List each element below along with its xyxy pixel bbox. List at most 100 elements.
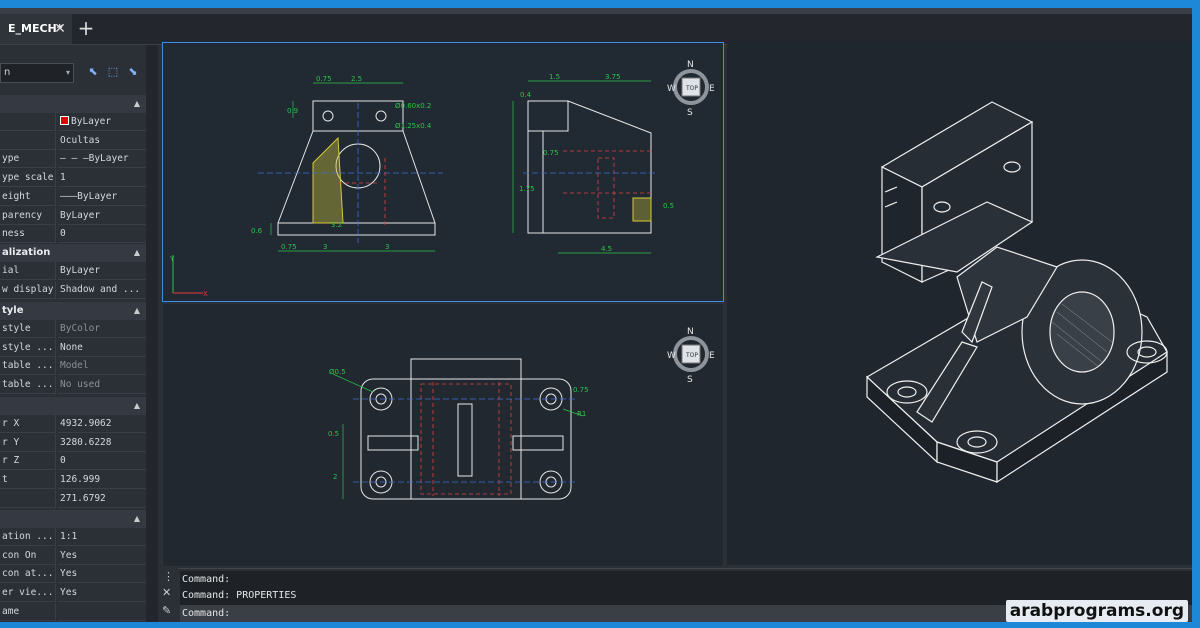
property-row[interactable]: w display Shadow and ... (0, 280, 146, 299)
property-row[interactable]: table ... No used (0, 376, 146, 395)
property-value[interactable]: 271.6792 (58, 490, 146, 508)
property-value[interactable]: Model (58, 357, 146, 376)
property-row[interactable]: con at... Yes (0, 565, 146, 584)
viewport-front-side[interactable]: Y X 0.75 2.5 0.9 0.6 0.75 3 3 3.2 Ø0.60x… (162, 42, 724, 302)
property-row[interactable]: ness 0 (0, 225, 146, 244)
top-centerlines (353, 398, 578, 483)
property-key: style ... (0, 338, 56, 357)
property-value[interactable]: — — —ByLayer (58, 150, 146, 169)
section-visualization[interactable]: alization ▲ (0, 244, 146, 262)
svg-text:2.5: 2.5 (351, 75, 362, 83)
property-value-text: 0 (60, 228, 66, 240)
command-prompt[interactable]: Command: (182, 606, 230, 621)
quick-select-icon[interactable]: ⬚ (104, 63, 122, 81)
property-value[interactable]: ByLayer (58, 207, 146, 225)
palette-scrollbar[interactable] (146, 45, 158, 622)
svg-text:W: W (667, 351, 676, 361)
svg-text:4.5: 4.5 (601, 245, 612, 253)
property-value-text: 271.6792 (60, 492, 106, 504)
property-value[interactable]: ———ByLayer (58, 188, 146, 206)
property-value-text: Model (60, 360, 89, 372)
property-value-text: Ocultas (60, 134, 101, 146)
property-row[interactable]: ype scale 1 (0, 169, 146, 188)
property-key: ation ... (0, 528, 56, 546)
pencil-icon[interactable]: ✎ (162, 604, 171, 617)
section-misc[interactable]: ▲ (0, 510, 146, 528)
property-row[interactable]: style ... None (0, 338, 146, 357)
property-value[interactable]: 0 (58, 225, 146, 244)
property-value[interactable]: ByColor (58, 320, 146, 338)
svg-text:N: N (687, 327, 694, 337)
property-row[interactable]: ation ... 1:1 (0, 528, 146, 546)
property-value[interactable]: Yes (58, 547, 146, 565)
property-value[interactable]: Yes (58, 565, 146, 584)
document-tab[interactable]: E_MECH* ✕ (0, 14, 72, 44)
property-row[interactable]: er vie... Yes (0, 584, 146, 603)
color-swatch (60, 116, 69, 125)
property-value[interactable]: ByLayer (58, 262, 146, 280)
watermark: arabprograms.org (1005, 600, 1188, 622)
property-row[interactable]: r Y 3280.6228 (0, 433, 146, 452)
svg-text:N: N (687, 60, 694, 70)
svg-text:0.75: 0.75 (543, 149, 559, 157)
property-value-text: Shadow and ... (60, 283, 141, 295)
property-row[interactable]: t 126.999 (0, 471, 146, 490)
property-key: parency (0, 206, 56, 225)
property-key: table ... (0, 376, 56, 395)
svg-text:0.6: 0.6 (251, 227, 263, 235)
section-style[interactable]: tyle ▲ (0, 302, 146, 320)
property-value[interactable] (58, 603, 146, 621)
property-value[interactable]: No used (58, 376, 146, 395)
property-row[interactable]: parency ByLayer (0, 206, 146, 225)
property-value-text: 3280.6228 (60, 436, 112, 448)
select-objects-icon[interactable]: ⬉ (84, 63, 102, 81)
property-value[interactable]: Shadow and ... (58, 281, 146, 299)
property-key: r Y (0, 433, 56, 452)
property-value[interactable]: None (58, 339, 146, 357)
svg-text:3: 3 (323, 243, 327, 251)
property-row[interactable]: Ocultas (0, 131, 146, 150)
svg-text:3.2: 3.2 (331, 221, 342, 229)
viewport-top[interactable]: Ø0.5 0.5 2 R1 0.75 TOP N S E W (162, 303, 724, 567)
section-visualization-label: alization (2, 247, 51, 258)
property-row[interactable]: r Z 0 (0, 452, 146, 471)
property-value[interactable]: 0 (58, 452, 146, 471)
viewport-3d-model[interactable] (727, 42, 1192, 565)
property-value[interactable]: Ocultas (58, 132, 146, 150)
property-key: ame (0, 602, 56, 621)
property-row[interactable]: ame (0, 602, 146, 621)
pickadd-icon[interactable]: ⬊ (124, 63, 142, 81)
property-value[interactable]: ByLayer (58, 113, 146, 131)
close-icon[interactable]: ✕ (52, 14, 68, 44)
property-row[interactable]: con On Yes (0, 546, 146, 565)
add-tab-icon[interactable]: + (76, 14, 96, 44)
chevron-down-icon: ▾ (65, 68, 70, 77)
property-value[interactable]: 126.999 (58, 471, 146, 490)
property-value[interactable]: Yes (58, 584, 146, 603)
property-row[interactable]: r X 4932.9062 (0, 415, 146, 433)
section-general[interactable]: ▲ (0, 95, 146, 113)
property-row[interactable]: ByLayer (0, 113, 146, 131)
object-type-select[interactable]: n ▾ (0, 63, 74, 83)
property-key: style (0, 320, 56, 338)
property-row[interactable]: 271.6792 (0, 489, 146, 508)
property-row[interactable]: style ByColor (0, 320, 146, 338)
svg-text:S: S (687, 108, 693, 118)
property-row[interactable]: eight ———ByLayer (0, 187, 146, 206)
property-value[interactable]: 3280.6228 (58, 434, 146, 452)
side-dimensions: 1.5 3.75 0.4 0.75 1.75 4.5 0.5 (512, 73, 674, 254)
property-value-text: 0 (60, 455, 66, 467)
property-value[interactable]: 1:1 (58, 528, 146, 546)
section-geometry[interactable]: ▲ (0, 397, 146, 415)
property-value[interactable]: 1 (58, 169, 146, 188)
close-icon[interactable]: ✕ (162, 586, 171, 599)
isometric-model (865, 101, 1168, 484)
property-row[interactable]: table ... Model (0, 357, 146, 376)
property-value-text: Yes (60, 587, 78, 599)
property-value[interactable]: 4932.9062 (58, 415, 146, 433)
property-row[interactable]: ype — — —ByLayer (0, 150, 146, 169)
property-row[interactable]: ial ByLayer (0, 262, 146, 280)
grip-icon[interactable]: ⋮ (163, 570, 174, 583)
svg-text:Ø0.60x0.2: Ø0.60x0.2 (395, 102, 431, 110)
svg-text:E: E (709, 351, 715, 361)
